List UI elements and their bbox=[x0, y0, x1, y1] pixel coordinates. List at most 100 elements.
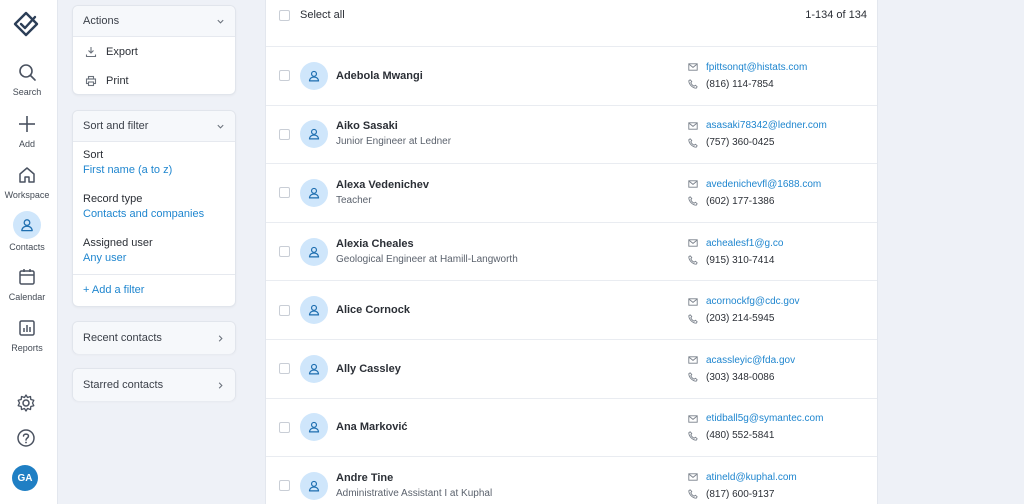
contact-avatar bbox=[300, 413, 328, 442]
contact-avatar bbox=[300, 178, 328, 207]
table-row[interactable]: Alice Cornock acornockfg@cdc.gov (203) 214… bbox=[266, 281, 877, 340]
contact-email[interactable]: atineld@kuphal.com bbox=[706, 472, 797, 483]
filter-options: Sort First name (a to z) Record type Con… bbox=[73, 142, 235, 266]
table-row[interactable]: Andre Tine Administrative Assistant I at … bbox=[266, 457, 877, 504]
contact-name[interactable]: Alexia Cheales bbox=[336, 236, 877, 252]
nav-reports[interactable]: Reports bbox=[0, 318, 54, 353]
contact-phone[interactable]: (303) 348-0086 bbox=[706, 372, 774, 383]
phone-line: (757) 360-0425 bbox=[688, 134, 827, 151]
sort-filter-header[interactable]: Sort and filter bbox=[73, 111, 235, 142]
actions-panel-header[interactable]: Actions bbox=[73, 6, 235, 37]
table-row[interactable]: Alexa Vedenichev Teacher avedenichevfl@168… bbox=[266, 164, 877, 223]
contact-name[interactable]: Ally Cassley bbox=[336, 361, 877, 377]
contact-avatar bbox=[300, 296, 328, 325]
row-checkbox[interactable] bbox=[279, 421, 290, 433]
nav-calendar[interactable]: Calendar bbox=[0, 267, 54, 302]
user-avatar[interactable]: GA bbox=[12, 465, 38, 491]
sort-filter-title: Sort and filter bbox=[83, 120, 149, 132]
contact-title: Geological Engineer at Hamill-Langworth bbox=[336, 253, 518, 265]
gear-icon[interactable] bbox=[16, 393, 36, 413]
contact-phone[interactable]: (480) 552-5841 bbox=[706, 430, 774, 441]
mail-icon bbox=[688, 356, 698, 364]
contact-email[interactable]: achealesf1@g.co bbox=[706, 238, 783, 249]
list-header: Select all 1-134 of 134 bbox=[266, 0, 877, 30]
sort-label: Sort bbox=[83, 149, 104, 161]
chevron-right-icon bbox=[218, 381, 223, 389]
row-checkbox[interactable] bbox=[279, 128, 290, 140]
record-type-value[interactable]: Contacts and companies bbox=[83, 207, 225, 222]
mail-icon bbox=[688, 63, 698, 71]
email-line: avedenichevfl@1688.com bbox=[688, 176, 821, 193]
contact-phone[interactable]: (816) 114-7854 bbox=[706, 79, 774, 90]
assigned-user-value[interactable]: Any user bbox=[83, 251, 225, 266]
starred-contacts-panel: Starred contacts bbox=[72, 368, 236, 401]
phone-icon bbox=[688, 431, 698, 441]
contact-avatar bbox=[300, 120, 328, 149]
select-all-label: Select all bbox=[300, 9, 345, 21]
phone-line: (303) 348-0086 bbox=[688, 369, 795, 386]
phone-line: (816) 114-7854 bbox=[688, 76, 807, 93]
chevron-down-icon bbox=[217, 19, 224, 24]
contact-email[interactable]: etidball5g@symantec.com bbox=[706, 413, 823, 424]
sort-filter-panel: Sort and filter Sort First name (a to z)… bbox=[72, 110, 236, 307]
contact-email[interactable]: asasaki78342@ledner.com bbox=[706, 120, 827, 131]
nav-search[interactable]: Search bbox=[0, 62, 54, 97]
mail-icon bbox=[688, 298, 698, 306]
row-checkbox[interactable] bbox=[279, 70, 290, 82]
person-icon bbox=[308, 246, 320, 258]
table-row[interactable]: Alexia Cheales Geological Engineer at Ham… bbox=[266, 223, 877, 282]
sort-value[interactable]: First name (a to z) bbox=[83, 163, 225, 178]
contact-email[interactable]: avedenichevfl@1688.com bbox=[706, 179, 821, 190]
app-logo-icon[interactable] bbox=[12, 10, 40, 38]
phone-icon bbox=[688, 489, 698, 500]
mail-icon bbox=[688, 239, 698, 247]
add-filter-button[interactable]: + Add a filter bbox=[73, 274, 235, 305]
phone-icon bbox=[688, 255, 698, 265]
row-checkbox[interactable] bbox=[279, 480, 290, 492]
export-action[interactable]: Export bbox=[73, 37, 235, 66]
select-all-checkbox[interactable] bbox=[279, 9, 290, 21]
help-icon[interactable] bbox=[16, 428, 36, 448]
contact-info: Alexia Cheales Geological Engineer at Ham… bbox=[336, 236, 877, 268]
phone-icon bbox=[688, 138, 698, 148]
starred-contacts-header[interactable]: Starred contacts bbox=[73, 369, 235, 401]
contact-email[interactable]: acornockfg@cdc.gov bbox=[706, 296, 800, 307]
table-row[interactable]: Adebola Mwangi fpittsonqt@histats.com (816… bbox=[266, 47, 877, 106]
phone-line: (915) 310-7414 bbox=[688, 252, 783, 269]
list-divider bbox=[266, 30, 877, 47]
recent-contacts-header[interactable]: Recent contacts bbox=[73, 322, 235, 354]
contact-phone[interactable]: (602) 177-1386 bbox=[706, 196, 774, 207]
phone-line: (203) 214-5945 bbox=[688, 310, 800, 327]
row-checkbox[interactable] bbox=[279, 246, 290, 258]
table-row[interactable]: Ally Cassley acassleyic@fda.gov (303) 348-… bbox=[266, 340, 877, 399]
nav-add[interactable]: Add bbox=[0, 114, 54, 149]
chevron-down-icon bbox=[217, 124, 224, 129]
row-checkbox[interactable] bbox=[279, 363, 290, 375]
contact-details: avedenichevfl@1688.com (602) 177-1386 bbox=[688, 164, 821, 222]
starred-contacts-title: Starred contacts bbox=[83, 379, 164, 391]
email-line: fpittsonqt@histats.com bbox=[688, 59, 807, 76]
nav-workspace[interactable]: Workspace bbox=[0, 165, 54, 200]
email-line: asasaki78342@ledner.com bbox=[688, 117, 827, 134]
contact-phone[interactable]: (915) 310-7414 bbox=[706, 255, 774, 266]
contact-list: Select all 1-134 of 134 Adebola Mwangi fp… bbox=[265, 0, 878, 504]
contact-phone[interactable]: (757) 360-0425 bbox=[706, 137, 774, 148]
contact-email[interactable]: acassleyic@fda.gov bbox=[706, 355, 795, 366]
contact-details: asasaki78342@ledner.com (757) 360-0425 bbox=[688, 106, 827, 164]
row-checkbox[interactable] bbox=[279, 304, 290, 316]
phone-icon bbox=[688, 196, 698, 207]
row-checkbox[interactable] bbox=[279, 187, 290, 199]
contact-email[interactable]: fpittsonqt@histats.com bbox=[706, 62, 807, 73]
contact-phone[interactable]: (203) 214-5945 bbox=[706, 313, 774, 324]
table-row[interactable]: Aiko Sasaki Junior Engineer at Ledner asas… bbox=[266, 106, 877, 165]
contact-details: etidball5g@symantec.com (480) 552-5841 bbox=[688, 399, 823, 457]
table-row[interactable]: Ana Marković etidball5g@symantec.com (480)… bbox=[266, 399, 877, 458]
contact-avatar bbox=[300, 354, 328, 383]
email-line: atineld@kuphal.com bbox=[688, 469, 797, 486]
print-action[interactable]: Print bbox=[73, 66, 235, 95]
email-line: etidball5g@symantec.com bbox=[688, 410, 823, 427]
export-label: Export bbox=[106, 45, 138, 58]
phone-icon bbox=[688, 314, 698, 324]
nav-contacts[interactable]: Contacts bbox=[0, 211, 54, 252]
contact-phone[interactable]: (817) 600-9137 bbox=[706, 489, 774, 500]
